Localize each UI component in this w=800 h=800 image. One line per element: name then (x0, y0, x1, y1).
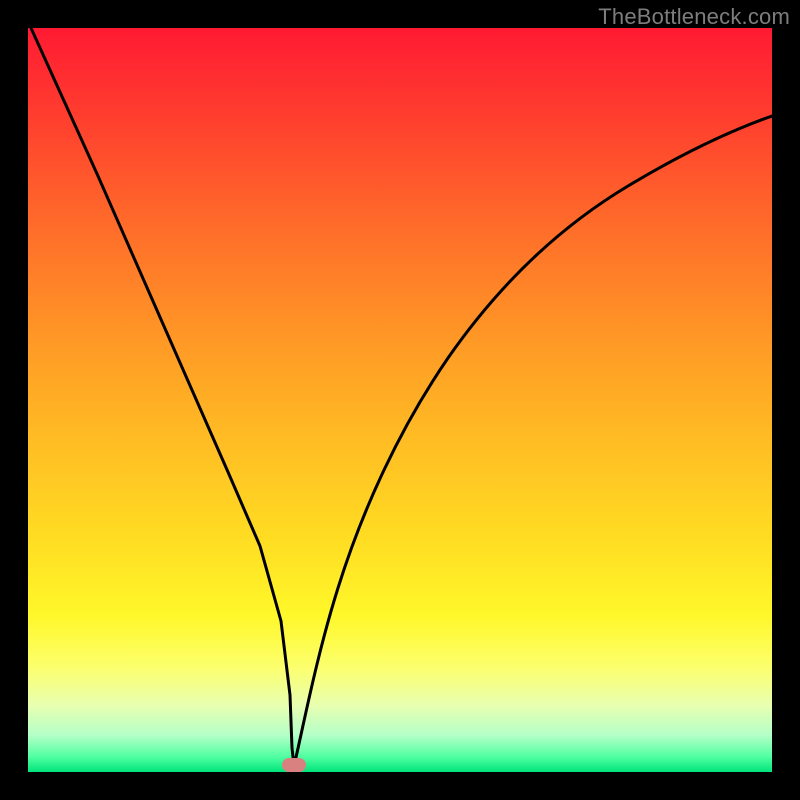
watermark-text: TheBottleneck.com (598, 4, 790, 30)
bottleneck-curve (28, 28, 772, 772)
min-marker (282, 758, 306, 772)
plot-area (28, 28, 772, 772)
chart-frame: TheBottleneck.com (0, 0, 800, 800)
